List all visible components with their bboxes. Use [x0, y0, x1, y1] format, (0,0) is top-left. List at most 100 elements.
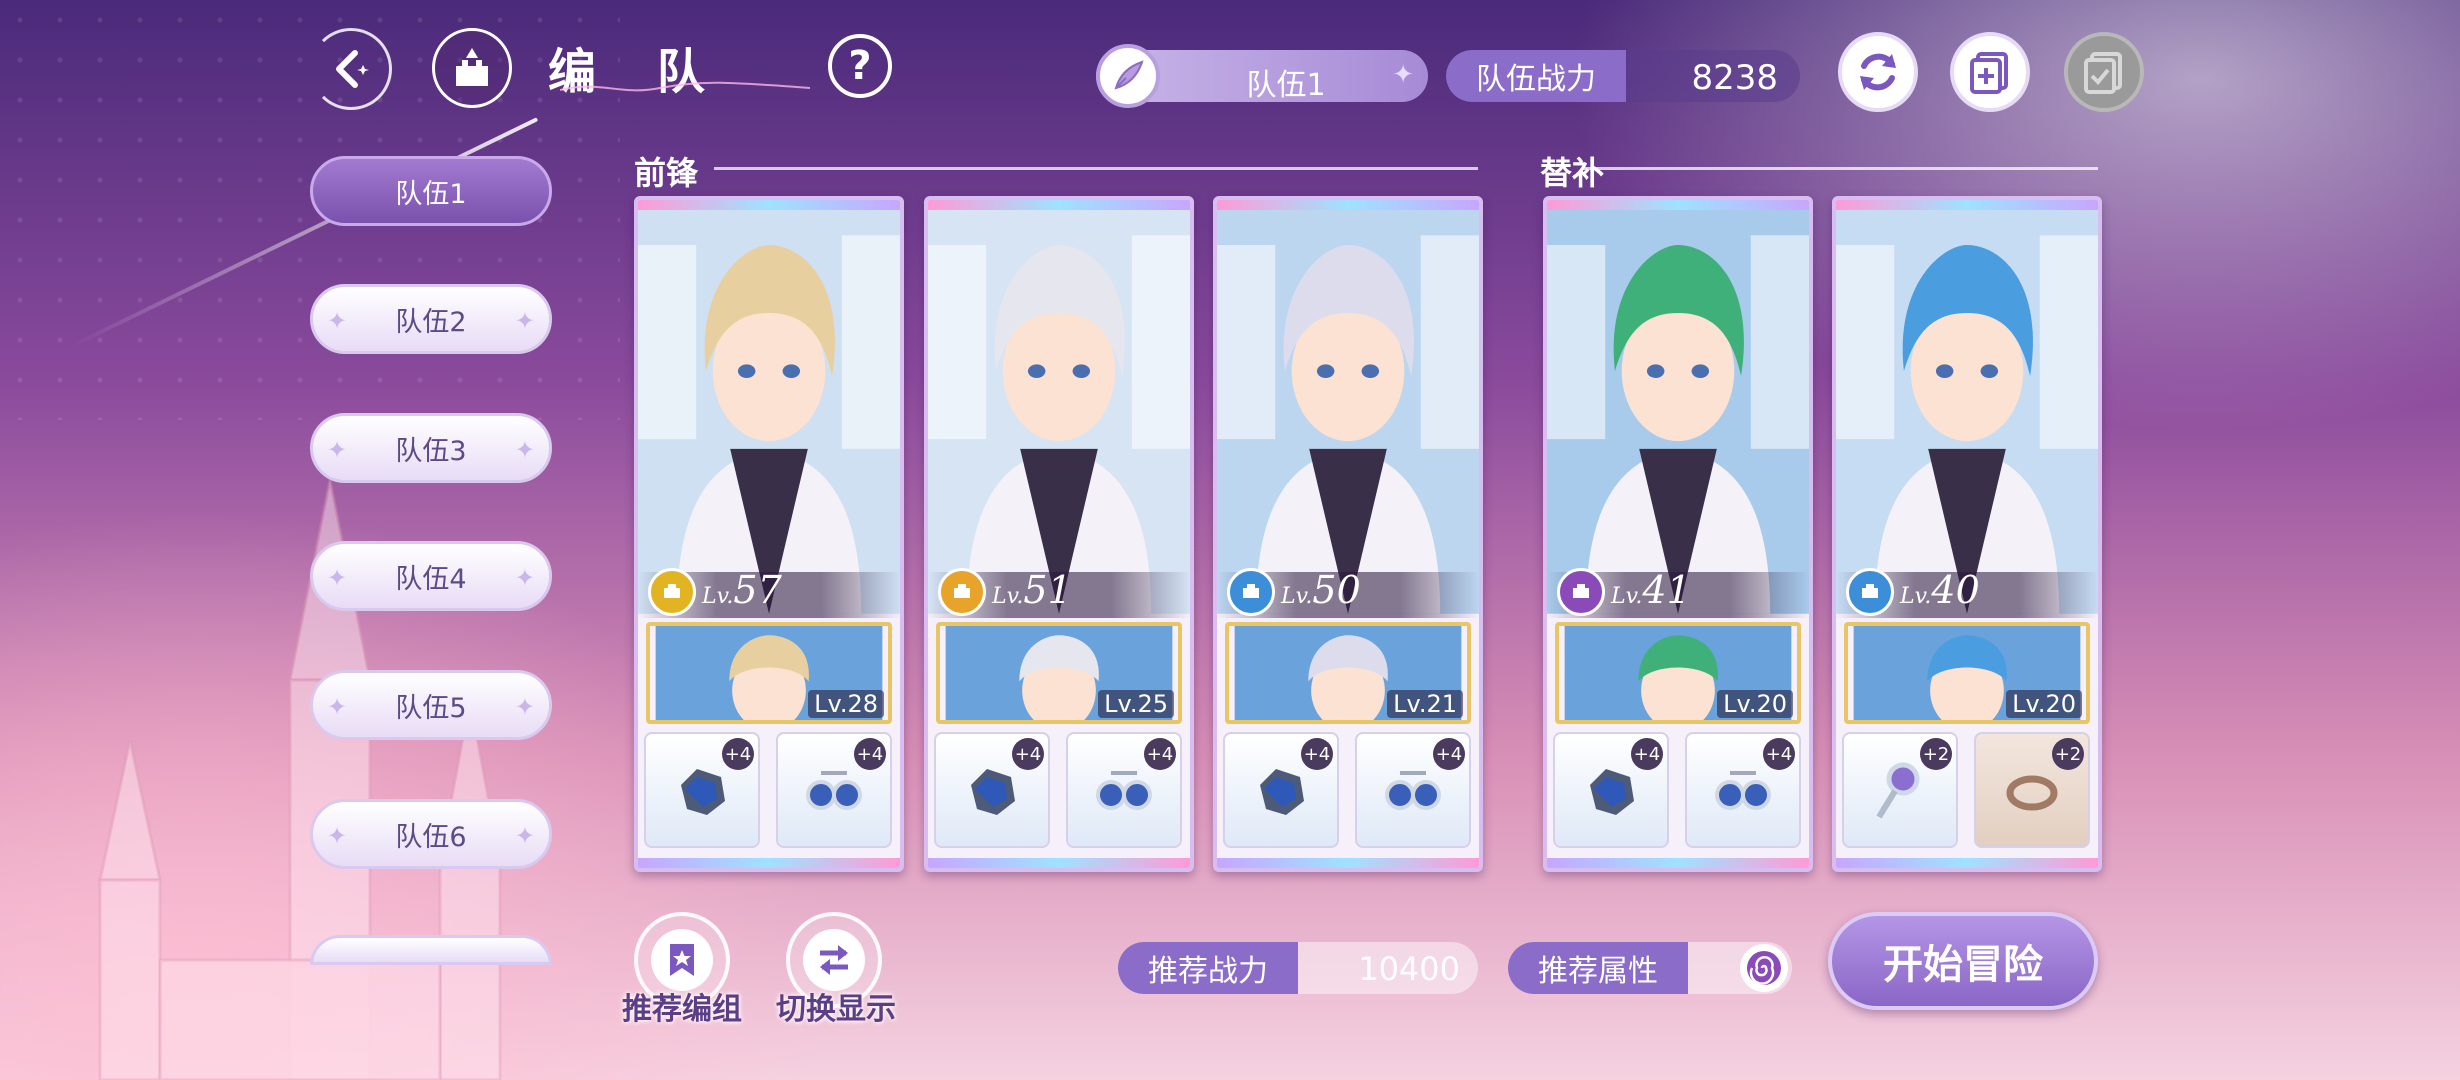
home-button[interactable]: [432, 28, 512, 108]
level-number: 40: [1931, 568, 1980, 612]
sparkle-icon: ✦: [514, 564, 535, 592]
sparkle-icon: ✦: [1392, 60, 1414, 90]
character-card[interactable]: Lv.57 Lv.28 +4 +4: [634, 196, 904, 872]
enhance-level-badge: +4: [1012, 738, 1044, 770]
character-portrait: [1547, 200, 1809, 620]
sparkle-icon: ✦: [327, 564, 348, 592]
equipment-slot[interactable]: +4: [1355, 732, 1471, 848]
character-level: Lv.51: [992, 568, 1072, 612]
equipment-slot[interactable]: +4: [1223, 732, 1339, 848]
character-level: Lv.40: [1900, 568, 1980, 612]
sparkle-icon: ✦: [514, 307, 535, 335]
reserve-section-label: 替补: [1540, 154, 1605, 192]
recommended-attribute-display: 推荐属性: [1508, 942, 1792, 994]
team-tab-5[interactable]: ✦ 队伍5 ✦: [310, 670, 552, 740]
support-card[interactable]: Lv.28: [646, 622, 892, 724]
character-portrait: [638, 200, 900, 620]
sparkle-icon: ✦: [327, 307, 348, 335]
character-portrait: [928, 200, 1190, 620]
recommended-power-label: 推荐战力: [1118, 942, 1298, 994]
team-tab-6[interactable]: ✦ 队伍6 ✦: [310, 799, 552, 869]
support-level: Lv.20: [1717, 690, 1793, 718]
character-card[interactable]: Lv.51 Lv.25 +4 +4: [924, 196, 1194, 872]
level-prefix: Lv.: [1900, 584, 1932, 609]
team-selector[interactable]: 队伍1 ✦: [1096, 44, 1428, 108]
character-portrait: [1836, 200, 2098, 620]
support-level: Lv.21: [1387, 690, 1463, 718]
team-power-value: 8238: [1691, 58, 1778, 98]
support-level: Lv.28: [808, 690, 884, 718]
reserve-section-divider: [1582, 167, 2098, 170]
equipment-slot[interactable]: +2: [1974, 732, 2090, 848]
team-tab-7[interactable]: [310, 935, 552, 965]
character-level: Lv.50: [1281, 568, 1361, 612]
sparkle-icon: ✦: [514, 436, 535, 464]
equipment-slot[interactable]: +4: [644, 732, 760, 848]
card-top-border: [638, 200, 900, 210]
swirl-element-icon: [1740, 944, 1788, 992]
enhance-level-badge: +2: [1920, 738, 1952, 770]
start-adventure-label: 开始冒险: [1883, 942, 2043, 988]
save-team-button[interactable]: [2064, 32, 2144, 112]
enhance-level-badge: +4: [1433, 738, 1465, 770]
support-card[interactable]: Lv.20: [1555, 622, 1801, 724]
card-bottom-border: [638, 858, 900, 868]
level-prefix: Lv.: [1281, 584, 1313, 609]
support-level: Lv.20: [2006, 690, 2082, 718]
help-button[interactable]: ?: [828, 34, 892, 98]
team-tab-label: 队伍1: [395, 178, 467, 210]
team-tab-label: 队伍4: [395, 563, 467, 595]
team-tab-3[interactable]: ✦ 队伍3 ✦: [310, 413, 552, 483]
character-card[interactable]: Lv.40 Lv.20 +2 +2: [1832, 196, 2102, 872]
support-card[interactable]: Lv.20: [1844, 622, 2090, 724]
level-prefix: Lv.: [702, 584, 734, 609]
support-card[interactable]: Lv.25: [936, 622, 1182, 724]
equipment-slot[interactable]: +2: [1842, 732, 1958, 848]
character-card[interactable]: Lv.41 Lv.20 +4 +4: [1543, 196, 1813, 872]
enhance-level-badge: +4: [1763, 738, 1795, 770]
bookmark-star-icon: [670, 944, 694, 976]
character-level: Lv.57: [702, 568, 782, 612]
enhance-level-badge: +2: [2052, 738, 2084, 770]
team-power-display: 队伍战力 8238: [1446, 50, 1800, 102]
refresh-icon: [1860, 53, 1896, 91]
card-bottom-border: [1547, 858, 1809, 868]
equipment-slot[interactable]: +4: [776, 732, 892, 848]
level-number: 50: [1312, 568, 1361, 612]
level-prefix: Lv.: [992, 584, 1024, 609]
back-button[interactable]: [310, 28, 392, 110]
equipment-slot[interactable]: +4: [1066, 732, 1182, 848]
title-decoration: [560, 81, 810, 92]
refresh-button[interactable]: [1838, 32, 1918, 112]
character-portrait: [1217, 200, 1479, 620]
team-tab-1[interactable]: 队伍1: [310, 156, 552, 226]
team-tab-4[interactable]: ✦ 队伍4 ✦: [310, 541, 552, 611]
equipment-slot[interactable]: +4: [1685, 732, 1801, 848]
element-icon: [1557, 568, 1605, 616]
team-power-label: 队伍战力: [1446, 50, 1626, 102]
support-card[interactable]: Lv.21: [1225, 622, 1471, 724]
equipment-slot[interactable]: +4: [934, 732, 1050, 848]
card-top-border: [1836, 200, 2098, 210]
recommended-power-value: 10400: [1358, 950, 1460, 988]
question-icon: ?: [848, 43, 872, 89]
element-icon: [648, 568, 696, 616]
equipment-slot[interactable]: +4: [1553, 732, 1669, 848]
team-tab-label: 队伍5: [395, 692, 467, 724]
card-bottom-border: [928, 858, 1190, 868]
team-tab-label: 队伍3: [395, 435, 467, 467]
start-adventure-button[interactable]: 开始冒险: [1828, 912, 2098, 1010]
card-top-border: [1547, 200, 1809, 210]
sparkle-icon: ✦: [327, 693, 348, 721]
element-icon: [1227, 568, 1275, 616]
add-team-button[interactable]: [1950, 32, 2030, 112]
team-tab-2[interactable]: ✦ 队伍2 ✦: [310, 284, 552, 354]
card-top-border: [1217, 200, 1479, 210]
team-selector-label: 队伍1: [1246, 68, 1326, 103]
element-icon: [938, 568, 986, 616]
switch-display-label: 切换显示: [776, 992, 896, 1027]
character-card[interactable]: Lv.50 Lv.21 +4 +4: [1213, 196, 1483, 872]
sparkle-icon: ✦: [327, 436, 348, 464]
level-number: 41: [1642, 568, 1691, 612]
element-icon: [1846, 568, 1894, 616]
